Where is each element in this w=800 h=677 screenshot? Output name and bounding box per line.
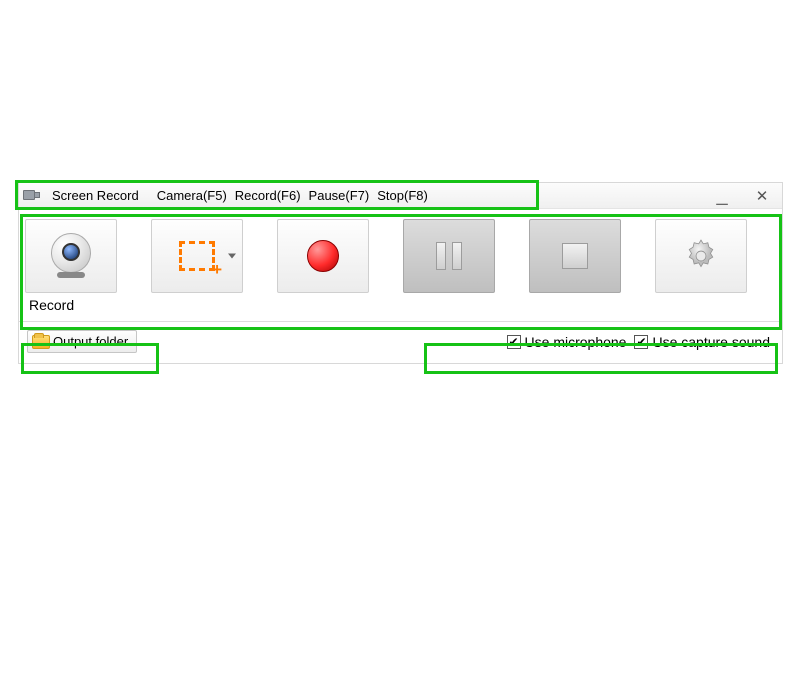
menu-camera[interactable]: Camera(F5) [154, 186, 230, 205]
settings-button[interactable] [655, 219, 747, 293]
options-bar: Output folder ✔ Use microphone ✔ Use cap… [19, 322, 782, 363]
use-capture-sound-label: Use capture sound [652, 334, 770, 350]
pause-button[interactable] [403, 219, 495, 293]
menu-pause[interactable]: Pause(F7) [306, 186, 373, 205]
app-camcorder-icon [23, 187, 41, 205]
chevron-down-icon[interactable] [228, 254, 236, 259]
webcam-icon [48, 233, 94, 279]
gear-icon [682, 237, 720, 275]
screen-record-window: Screen Record Camera(F5) Record(F6) Paus… [18, 182, 783, 364]
minimize-button[interactable]: _ [702, 183, 742, 209]
menu-record[interactable]: Record(F6) [232, 186, 304, 205]
pause-icon [436, 242, 462, 270]
crop-region-button[interactable] [151, 219, 243, 293]
folder-icon [32, 335, 50, 349]
app-title: Screen Record [49, 186, 142, 205]
use-microphone-checkbox[interactable]: ✔ Use microphone [507, 334, 627, 350]
use-capture-sound-checkbox[interactable]: ✔ Use capture sound [634, 334, 770, 350]
status-label: Record [19, 297, 782, 319]
use-microphone-label: Use microphone [525, 334, 627, 350]
close-button[interactable]: ✕ [742, 183, 782, 209]
checkbox-icon: ✔ [507, 335, 521, 349]
webcam-button[interactable] [25, 219, 117, 293]
record-dot-icon [307, 240, 339, 272]
toolbar [19, 209, 782, 297]
output-folder-button[interactable]: Output folder [27, 330, 137, 353]
crop-icon [179, 241, 215, 271]
checkbox-icon: ✔ [634, 335, 648, 349]
titlebar: Screen Record Camera(F5) Record(F6) Paus… [19, 183, 782, 209]
stop-icon [562, 243, 588, 269]
menu-stop[interactable]: Stop(F8) [374, 186, 431, 205]
output-folder-label: Output folder [53, 334, 128, 349]
stop-button[interactable] [529, 219, 621, 293]
record-button[interactable] [277, 219, 369, 293]
